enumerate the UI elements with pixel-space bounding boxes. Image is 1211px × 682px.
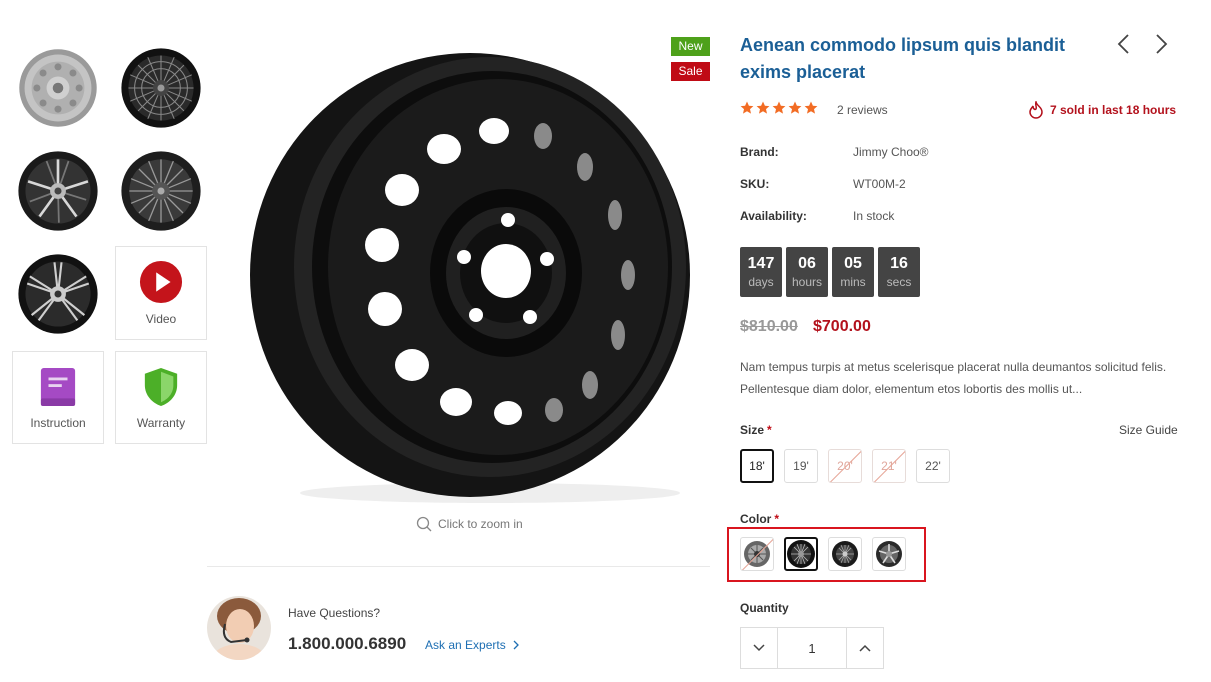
- wheel-silver-image: [19, 49, 97, 127]
- warranty-thumbnail[interactable]: Warranty: [115, 351, 207, 444]
- video-thumbnail[interactable]: Video: [115, 246, 207, 340]
- warranty-label: Warranty: [136, 415, 186, 430]
- current-price: $700.00: [813, 318, 871, 335]
- size-option-19[interactable]: 19': [784, 449, 818, 483]
- color-option-black-mesh[interactable]: [784, 537, 818, 571]
- size-label: Size *: [740, 423, 772, 437]
- shield-icon: [144, 367, 178, 406]
- support-avatar: [207, 596, 271, 660]
- thumbnail-steel-wheel-silver[interactable]: [12, 42, 104, 134]
- chevron-right-icon: [513, 640, 519, 650]
- wheel-swatch-icon: [832, 541, 858, 567]
- star-icon: [788, 101, 802, 114]
- zoom-hint-text: Click to zoom in: [438, 517, 523, 531]
- sale-countdown: 147 days 06 hours 05 mins 16 secs: [740, 247, 920, 297]
- flame-icon: [1029, 101, 1043, 119]
- color-option-gunmetal-spoke[interactable]: [872, 537, 906, 571]
- countdown-hours: 06 hours: [786, 247, 828, 297]
- rating-stars: [740, 101, 818, 115]
- star-icon: [804, 101, 818, 114]
- main-product-image[interactable]: [240, 45, 710, 505]
- wheel-swatch-icon: [787, 540, 815, 568]
- size-option-20[interactable]: 20': [828, 449, 862, 483]
- availability-value: In stock: [853, 209, 895, 223]
- ask-experts-link[interactable]: Ask an Experts: [425, 638, 520, 652]
- video-label: Video: [145, 312, 177, 326]
- thumbnail-twin-spoke-wheel[interactable]: [12, 248, 104, 340]
- next-product-button[interactable]: [1149, 32, 1173, 56]
- support-block: Have Questions? 1.800.000.6890 Ask an Ex…: [207, 596, 710, 662]
- book-icon: [40, 367, 76, 406]
- quantity-label: Quantity: [740, 601, 789, 615]
- magnifier-icon: [416, 516, 432, 532]
- support-phone[interactable]: 1.800.000.6890: [288, 634, 406, 654]
- color-label: Color *: [740, 512, 780, 526]
- chevron-right-icon: [1156, 34, 1168, 54]
- thumbnail-mesh-wheel-black[interactable]: [115, 42, 207, 134]
- support-question: Have Questions?: [288, 606, 381, 620]
- quantity-input[interactable]: [778, 628, 846, 668]
- wheel-mesh-image: [121, 48, 201, 128]
- quantity-increase-button[interactable]: [846, 628, 883, 668]
- size-option-22[interactable]: 22': [916, 449, 950, 483]
- sku-value: WT00M-2: [853, 177, 906, 191]
- sold-text: 7 sold in last 18 hours: [1050, 103, 1177, 117]
- chevron-left-icon: [1117, 34, 1129, 54]
- size-option-18[interactable]: 18': [740, 449, 774, 483]
- product-description: Nam tempus turpis at metus scelerisque p…: [740, 360, 1167, 396]
- reviews-link[interactable]: 2 reviews: [837, 103, 888, 117]
- zoom-hint[interactable]: Click to zoom in: [416, 516, 523, 532]
- color-option-silver-mesh[interactable]: [740, 537, 774, 571]
- countdown-secs: 16 secs: [878, 247, 920, 297]
- thumbnail-split-spoke-wheel[interactable]: [12, 145, 104, 237]
- wheel-split-spoke-image: [18, 151, 98, 231]
- availability-key: Availability:: [740, 209, 807, 223]
- color-option-dark-spoke[interactable]: [828, 537, 862, 571]
- size-option-21[interactable]: 21': [872, 449, 906, 483]
- chevron-up-icon: [859, 644, 871, 652]
- wheel-swatch-icon: [876, 541, 902, 567]
- divider: [207, 566, 710, 567]
- prev-product-button[interactable]: [1112, 32, 1136, 56]
- thumbnail-multi-spoke-wheel[interactable]: [115, 145, 207, 237]
- play-icon: [139, 260, 183, 304]
- steel-wheel-large-image: [250, 53, 690, 503]
- ask-experts-label: Ask an Experts: [425, 638, 506, 652]
- star-icon: [772, 101, 786, 114]
- quantity-decrease-button[interactable]: [741, 628, 778, 668]
- wheel-swatch-icon: [744, 541, 770, 567]
- chevron-down-icon: [753, 644, 765, 652]
- sku-key: SKU:: [740, 177, 770, 191]
- instruction-label: Instruction: [30, 415, 86, 430]
- old-price: $810.00: [740, 318, 798, 335]
- color-options: [740, 537, 906, 571]
- new-badge: New: [671, 37, 710, 56]
- instruction-thumbnail[interactable]: Instruction: [12, 351, 104, 444]
- countdown-days: 147 days: [740, 247, 782, 297]
- product-title: Aenean commodo lipsum quis blandit exims…: [740, 35, 1066, 82]
- sale-badge: Sale: [671, 62, 710, 81]
- countdown-mins: 05 mins: [832, 247, 874, 297]
- size-options: 18' 19' 20' 21' 22': [740, 449, 950, 483]
- sold-indicator: 7 sold in last 18 hours: [1028, 101, 1176, 119]
- brand-value[interactable]: Jimmy Choo®: [853, 145, 929, 159]
- quantity-stepper: [740, 627, 884, 669]
- wheel-twin-spoke-image: [18, 254, 98, 334]
- brand-key: Brand:: [740, 145, 779, 159]
- star-icon: [740, 101, 754, 114]
- size-guide-link[interactable]: Size Guide: [1119, 423, 1178, 437]
- wheel-multi-spoke-image: [121, 151, 201, 231]
- star-icon: [756, 101, 770, 114]
